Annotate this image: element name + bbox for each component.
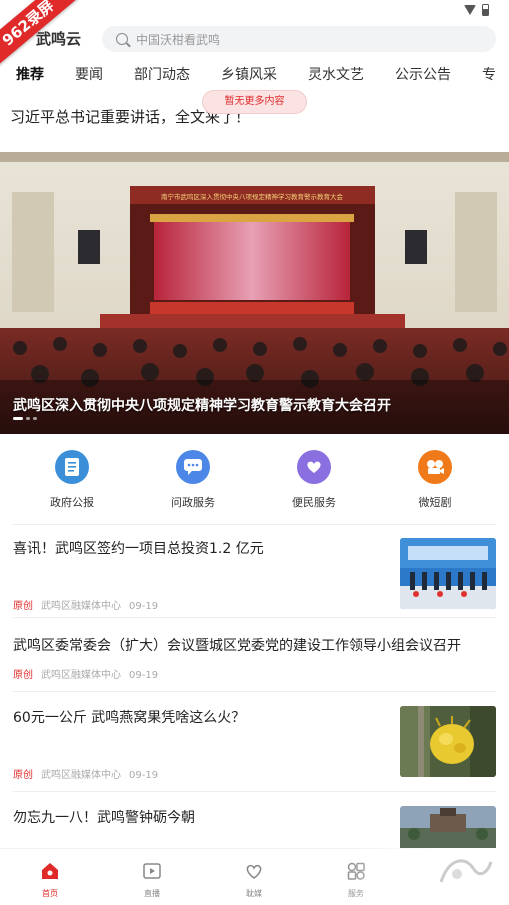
news-item[interactable]: 勿忘九一八！武鸣警钟砺今朝 [13, 792, 496, 848]
tab-towns[interactable]: 乡镇风采 [221, 64, 277, 84]
service-inquiry[interactable]: 问政服务 [148, 450, 238, 510]
heart-hand-icon [297, 450, 331, 484]
search-input[interactable]: 中国沃柑看武鸣 [102, 26, 496, 52]
play-icon [143, 863, 161, 879]
news-title: 喜讯！武鸣区签约一项目总投资1.2 亿元 [13, 541, 264, 557]
news-meta: 原创 武鸣区融媒体中心 09-19 [13, 666, 158, 681]
service-label: 微短剧 [418, 496, 452, 509]
tab-notices[interactable]: 公示公告 [395, 64, 451, 84]
carousel-dot [26, 417, 30, 420]
news-title: 60元一公斤 武鸣燕窝果凭啥这么火？ [13, 710, 246, 726]
nav-label: 直播 [144, 889, 160, 898]
tab-arts[interactable]: 灵水文艺 [308, 64, 364, 84]
channel-tabs: 推荐 要闻 部门动态 乡镇风采 灵水文艺 公示公告 专 [0, 64, 509, 88]
news-date: 09-19 [129, 670, 159, 681]
stage-banner-text: 南宁市武鸣区深入贯彻中央八项规定精神学习教育警示教育大会 [161, 192, 344, 201]
tab-news[interactable]: 要闻 [75, 64, 103, 84]
nav-live[interactable]: 直播 [122, 861, 182, 899]
search-placeholder: 中国沃柑看武鸣 [136, 32, 221, 47]
nav-label: 首页 [42, 889, 58, 898]
news-date: 09-19 [129, 770, 159, 781]
carousel-indicator [13, 417, 37, 420]
service-gov-bulletin[interactable]: 政府公报 [27, 450, 117, 510]
document-icon [55, 450, 89, 484]
service-label: 便民服务 [292, 496, 336, 509]
service-label: 问政服务 [171, 496, 215, 509]
battery-icon [482, 4, 489, 16]
banner-carousel[interactable]: 南宁市武鸣区深入贯彻中央八项规定精神学习教育警示教育大会 武鸣区深入贯彻中央八项… [0, 152, 509, 434]
news-thumbnail [400, 538, 496, 609]
home-icon [42, 863, 58, 879]
news-source: 武鸣区融媒体中心 [41, 670, 121, 681]
service-convenience[interactable]: 便民服务 [269, 450, 359, 510]
film-reel-icon [418, 450, 452, 484]
toast-message: 暂无更多内容 [202, 90, 307, 114]
news-thumbnail [400, 806, 496, 848]
origin-tag: 原创 [13, 770, 33, 781]
news-source: 武鸣区融媒体中心 [41, 601, 121, 612]
origin-tag: 原创 [13, 670, 33, 681]
news-meta: 原创 武鸣区融媒体中心 09-19 [13, 766, 158, 781]
service-micro-drama[interactable]: 微短剧 [390, 450, 480, 510]
chat-icon [176, 450, 210, 484]
status-bar [0, 0, 509, 22]
watermark-logo-icon [439, 859, 493, 883]
nav-home[interactable]: 首页 [20, 861, 80, 899]
service-label: 政府公报 [50, 496, 94, 509]
header: 武鸣云 中国沃柑看武鸣 [0, 24, 509, 56]
origin-tag: 原创 [13, 601, 33, 612]
news-thumbnail [400, 706, 496, 777]
tab-department[interactable]: 部门动态 [134, 64, 190, 84]
news-item[interactable]: 60元一公斤 武鸣燕窝果凭啥这么火？ 原创 武鸣区融媒体中心 09-19 [13, 692, 496, 792]
news-meta: 原创 武鸣区融媒体中心 09-19 [13, 597, 158, 612]
tab-special[interactable]: 专 [482, 64, 496, 84]
carousel-dot [33, 417, 37, 420]
news-title: 武鸣区委常委会（扩大）会议暨城区党委党的建设工作领导小组会议召开 [13, 638, 461, 654]
banner-caption: 武鸣区深入贯彻中央八项规定精神学习教育警示教育大会召开 [13, 398, 391, 414]
news-item[interactable]: 武鸣区委常委会（扩大）会议暨城区党委党的建设工作领导小组会议召开 原创 武鸣区融媒… [13, 618, 496, 692]
news-date: 09-19 [129, 601, 159, 612]
service-shortcuts: 政府公报 问政服务 便民服务 微短剧 [0, 440, 509, 520]
wifi-icon [464, 5, 476, 15]
news-item[interactable]: 喜讯！武鸣区签约一项目总投资1.2 亿元 原创 武鸣区融媒体中心 09-19 [13, 524, 496, 618]
news-title: 勿忘九一八！武鸣警钟砺今朝 [13, 810, 195, 826]
carousel-dot [13, 417, 23, 420]
app-name: 武鸣云 [36, 30, 82, 48]
heart-icon [246, 864, 262, 879]
banner-image: 南宁市武鸣区深入贯彻中央八项规定精神学习教育警示教育大会 [0, 152, 509, 434]
news-source: 武鸣区融媒体中心 [41, 770, 121, 781]
search-icon [116, 33, 128, 45]
nav-label: 耽媒 [246, 889, 262, 898]
nav-media[interactable]: 耽媒 [224, 861, 284, 899]
tab-recommend[interactable]: 推荐 [16, 64, 44, 84]
